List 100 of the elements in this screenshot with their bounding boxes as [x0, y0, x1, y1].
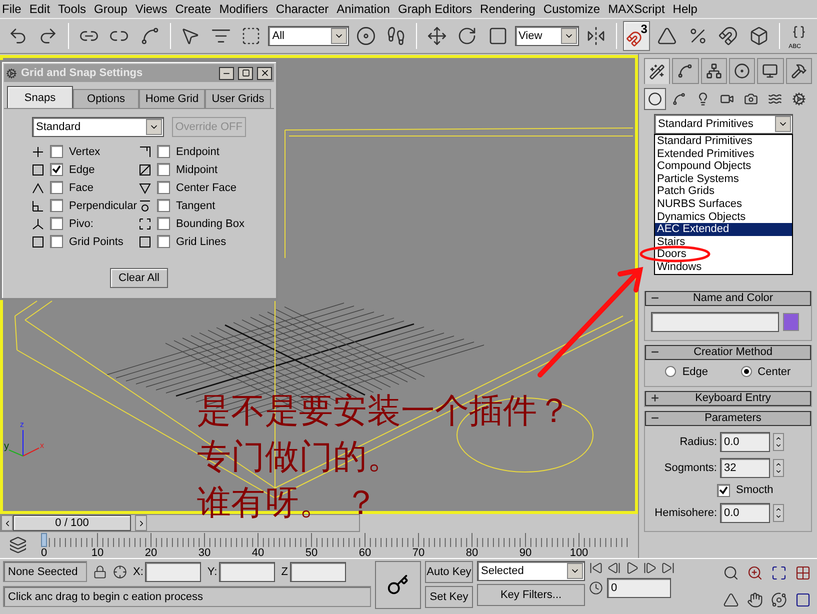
list-item[interactable]: Compound Objects	[655, 160, 792, 173]
list-item[interactable]: Extended Primitives	[655, 148, 792, 160]
checkbox[interactable]	[717, 484, 730, 497]
coordinate-system-select[interactable]: View	[514, 26, 580, 46]
checkbox[interactable]	[50, 163, 63, 176]
square-icon[interactable]	[795, 592, 811, 608]
menu-item[interactable]: Customize	[541, 2, 606, 16]
skip-forward-icon[interactable]	[661, 561, 675, 575]
checkbox[interactable]	[50, 181, 63, 194]
dropdown-arrow-button[interactable]	[330, 28, 347, 44]
rollout-header[interactable]: Keyboard Entry	[645, 390, 811, 406]
radio-button[interactable]	[740, 366, 752, 378]
checkbox[interactable]	[50, 217, 63, 230]
selection-filter-select[interactable]: All	[268, 26, 349, 46]
key-mode-select[interactable]: Selected	[477, 561, 585, 581]
list-item[interactable]: Windows	[655, 260, 792, 274]
play-icon[interactable]	[625, 561, 639, 575]
panel-tab[interactable]	[700, 58, 727, 84]
step-forward-icon[interactable]	[643, 561, 657, 575]
checkbox[interactable]	[157, 217, 170, 230]
key-filters-button[interactable]: Key Filters...	[477, 584, 585, 606]
auto-key-button[interactable]: Auto Key	[425, 561, 473, 583]
orbit-icon[interactable]	[771, 592, 787, 608]
minimize-button[interactable]	[219, 66, 234, 80]
list-item[interactable]: Patch Grids	[655, 185, 792, 198]
snap-toggle-button[interactable]: 3	[622, 21, 650, 51]
dropdown-arrow-button[interactable]	[146, 119, 162, 135]
checkbox[interactable]	[157, 163, 170, 176]
name-field[interactable]	[651, 312, 779, 332]
panel-tab[interactable]	[672, 58, 699, 84]
maximize-button[interactable]	[238, 66, 253, 80]
menu-item[interactable]: Rendering	[478, 2, 542, 16]
time-slider-thumb[interactable]: 0 / 100	[13, 515, 131, 531]
menu-item[interactable]: Graph Editors	[396, 2, 478, 16]
checkbox[interactable]	[157, 181, 170, 194]
number-field[interactable]: 0.0	[720, 432, 770, 452]
checkbox[interactable]	[157, 145, 170, 158]
tab[interactable]: User Grids	[205, 89, 271, 108]
close-button[interactable]	[257, 66, 272, 80]
coordinate-field[interactable]	[145, 562, 202, 582]
tab[interactable]: Snaps	[7, 86, 73, 108]
next-button[interactable]	[135, 515, 147, 531]
list-item[interactable]: AEC Extended	[655, 223, 792, 236]
rollout-header[interactable]: Name and Color	[645, 290, 811, 306]
layers-icon[interactable]	[9, 536, 27, 554]
menu-item[interactable]: File	[0, 2, 28, 16]
lock-icon[interactable]	[93, 564, 107, 578]
menu-item[interactable]: MAXScript	[606, 2, 671, 16]
dropdown-arrow-button[interactable]	[775, 116, 791, 132]
panel-tab[interactable]	[728, 58, 756, 84]
menu-item[interactable]: Modifiers	[217, 2, 274, 16]
set-key-button[interactable]	[375, 561, 421, 609]
maximize-icon[interactable]	[771, 565, 787, 581]
panel-tab[interactable]	[786, 58, 812, 84]
zoom-icon[interactable]	[723, 565, 739, 581]
list-item[interactable]: Dynamics Objects	[655, 210, 792, 224]
tab[interactable]: Options	[73, 89, 139, 108]
crosshair-icon[interactable]	[113, 564, 127, 578]
frame-field[interactable]: 0	[607, 578, 671, 598]
spinner-button[interactable]	[773, 432, 784, 451]
menu-item[interactable]: Create	[173, 2, 218, 16]
dropdown-arrow-button[interactable]	[561, 28, 578, 44]
clock-icon[interactable]	[589, 581, 603, 595]
preset-select[interactable]: Standard	[32, 117, 164, 137]
spinner-button[interactable]	[773, 504, 784, 522]
set-key-text-button[interactable]: Set Key	[425, 586, 473, 608]
panel-tab[interactable]	[757, 58, 784, 84]
number-field[interactable]: 0.0	[720, 502, 770, 523]
color-swatch[interactable]	[783, 312, 799, 331]
triangle-icon[interactable]	[723, 592, 739, 608]
menu-item[interactable]: Animation	[334, 2, 396, 16]
list-item[interactable]: Stairs	[655, 236, 792, 248]
menu-item[interactable]: Character	[274, 2, 335, 16]
checkbox[interactable]	[157, 199, 170, 212]
menu-item[interactable]: Group	[92, 2, 134, 16]
checkbox[interactable]	[50, 199, 63, 212]
list-item[interactable]: Standard Primitives	[655, 135, 792, 148]
clear-all-button[interactable]: Clear All	[110, 268, 168, 288]
category-select[interactable]: Standard Primitives	[654, 114, 793, 134]
rollout-header[interactable]: Creatior Method	[645, 344, 811, 360]
list-item[interactable]: NURBS Surfaces	[655, 198, 792, 211]
checkbox[interactable]	[157, 235, 170, 248]
tab[interactable]: Home Grid	[139, 89, 205, 108]
zoom-in-icon[interactable]	[747, 565, 763, 581]
coordinate-field[interactable]	[290, 562, 346, 582]
list-item[interactable]: Particle Systems	[655, 172, 792, 186]
menu-item[interactable]: Edit	[27, 2, 56, 16]
number-field[interactable]: 32	[720, 458, 770, 478]
checkbox[interactable]	[50, 145, 63, 158]
menu-item[interactable]: Views	[133, 2, 174, 16]
menu-item[interactable]: Tools	[56, 2, 92, 16]
radio-button[interactable]	[665, 366, 676, 378]
step-back-icon[interactable]	[607, 561, 621, 575]
dropdown-arrow-button[interactable]	[567, 563, 583, 579]
frame-marker[interactable]	[41, 533, 47, 547]
skip-back-icon[interactable]	[589, 561, 603, 575]
panel-tab[interactable]	[644, 58, 670, 84]
rollout-header[interactable]: Parameters	[645, 410, 811, 426]
category-button[interactable]	[644, 88, 666, 110]
coordinate-field[interactable]	[219, 562, 276, 582]
